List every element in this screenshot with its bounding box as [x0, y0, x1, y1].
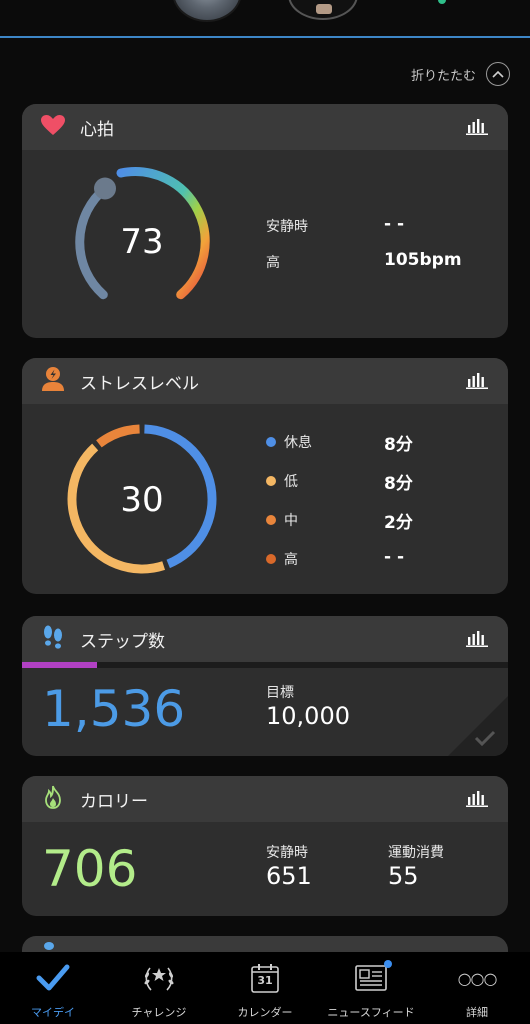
heart-icon — [40, 114, 66, 140]
goal-check-icon — [448, 696, 508, 756]
high-hr-label: 高 — [266, 255, 280, 271]
steps-count: 1,536 — [42, 680, 186, 738]
bottom-tab-bar: マイデイ チャレンジ 31 カレンダー ニュースフィード ○○○ 詳細 — [0, 952, 530, 1024]
legend-label-low: 低 — [284, 474, 298, 490]
tab-label-myday: マイデイ — [31, 1006, 75, 1019]
steps-card[interactable]: ステップ数 1,536 目標 10,000 — [22, 616, 508, 756]
resting-hr-label: 安静時 — [266, 219, 308, 235]
device-icon[interactable] — [288, 0, 358, 20]
tab-label-more: 詳細 — [466, 1006, 488, 1019]
status-dot-icon — [438, 0, 446, 4]
profile-strip — [0, 0, 530, 38]
chevron-up-icon[interactable] — [486, 62, 510, 86]
next-card-icon — [44, 942, 54, 950]
tab-myday[interactable]: マイデイ — [0, 952, 106, 1024]
tab-calendar[interactable]: 31 カレンダー — [212, 952, 318, 1024]
steps-title: ステップ数 — [80, 631, 165, 652]
tab-label-calendar: カレンダー — [237, 1006, 293, 1019]
tab-more[interactable]: ○○○ 詳細 — [424, 952, 530, 1024]
legend-dot-high — [266, 554, 276, 564]
stress-title: ストレスレベル — [80, 373, 199, 394]
resting-cal-label: 安静時 — [266, 845, 308, 861]
heart-rate-value: 73 — [120, 222, 164, 262]
high-hr-value: 105bpm — [384, 250, 462, 270]
tab-newsfeed[interactable]: ニュースフィード — [318, 952, 424, 1024]
calories-card[interactable]: カロリー 706 安静時 651 運動消費 55 — [22, 776, 508, 916]
flame-icon — [40, 784, 66, 814]
calendar-icon: 31 — [247, 960, 283, 996]
active-cal-value: 55 — [388, 862, 419, 890]
legend-dot-low — [266, 476, 276, 486]
legend-value-low: 8分 — [384, 474, 413, 494]
legend-label-high: 高 — [284, 552, 298, 568]
steps-goal-label: 目標 — [266, 685, 294, 701]
calories-header: カロリー — [22, 776, 508, 822]
check-icon — [35, 960, 71, 996]
legend-label-rest: 休息 — [284, 435, 312, 451]
heart-rate-card[interactable]: 心拍 73 安静時 - - 高 105bpm — [22, 104, 508, 338]
resting-cal-value: 651 — [266, 862, 312, 890]
bar-chart-icon[interactable] — [466, 117, 488, 135]
stress-person-icon — [40, 366, 66, 396]
calendar-day: 31 — [257, 974, 273, 987]
legend-value-rest: 8分 — [384, 435, 413, 455]
notification-dot-icon — [384, 960, 392, 968]
tab-label-newsfeed: ニュースフィード — [327, 1006, 415, 1019]
legend-value-high: - - — [384, 547, 405, 567]
legend-dot-medium — [266, 515, 276, 525]
tab-challenge[interactable]: チャレンジ — [106, 952, 212, 1024]
steps-goal-value: 10,000 — [266, 702, 350, 730]
stress-header: ストレスレベル — [22, 358, 508, 404]
calories-total: 706 — [42, 840, 138, 898]
heart-rate-header: 心拍 — [22, 104, 508, 150]
heart-rate-title: 心拍 — [80, 119, 114, 140]
steps-header: ステップ数 — [22, 616, 508, 662]
active-cal-label: 運動消費 — [388, 845, 444, 861]
laurel-icon — [141, 960, 177, 996]
collapse-label: 折りたたむ — [410, 68, 476, 84]
donut-segment-medium — [96, 424, 140, 448]
calories-title: カロリー — [80, 791, 148, 812]
bar-chart-icon[interactable] — [466, 629, 488, 647]
user-avatar[interactable] — [172, 0, 242, 22]
legend-value-medium: 2分 — [384, 513, 413, 533]
resting-hr-value: - - — [384, 214, 405, 234]
footprints-icon — [40, 624, 66, 654]
stress-value: 30 — [120, 480, 164, 520]
collapse-control[interactable]: 折りたたむ — [411, 62, 510, 86]
more-icon: ○○○ — [457, 968, 498, 988]
bar-chart-icon[interactable] — [466, 371, 488, 389]
legend-label-medium: 中 — [284, 513, 298, 529]
stress-card[interactable]: ストレスレベル 30 休息 8分 低 8分 中 2分 高 - - — [22, 358, 508, 594]
legend-dot-rest — [266, 437, 276, 447]
bar-chart-icon[interactable] — [466, 789, 488, 807]
tab-label-challenge: チャレンジ — [131, 1006, 187, 1019]
